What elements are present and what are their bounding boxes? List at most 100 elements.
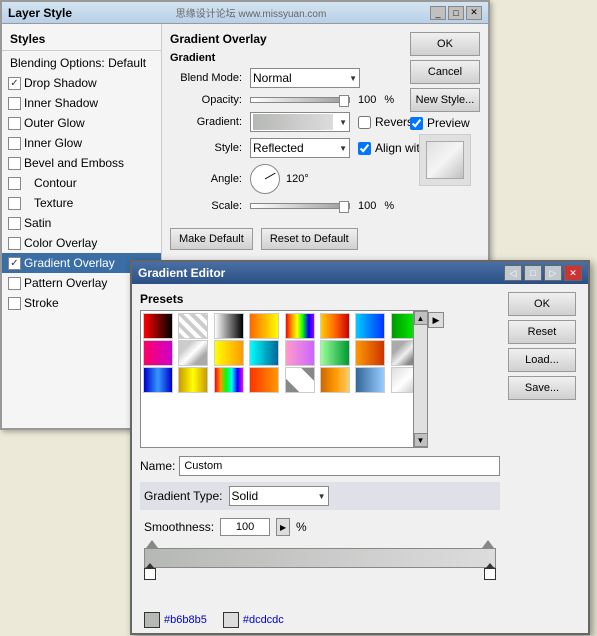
preset-item[interactable] [285, 340, 315, 366]
preset-item[interactable] [178, 340, 208, 366]
scroll-up-button[interactable]: ▲ [414, 311, 428, 325]
inner-shadow-checkbox[interactable] [8, 97, 21, 110]
preset-item[interactable] [320, 340, 350, 366]
right-stop-info: #dcdcdc [223, 612, 284, 628]
gradient-overlay-checkbox[interactable] [8, 257, 21, 270]
outer-glow-checkbox[interactable] [8, 117, 21, 130]
preset-item[interactable] [214, 367, 244, 393]
sidebar-item-inner-shadow[interactable]: Inner Shadow [2, 93, 161, 113]
sidebar-item-drop-shadow[interactable]: Drop Shadow [2, 73, 161, 93]
blend-mode-dropdown[interactable]: Normal ▼ [250, 68, 360, 88]
bevel-emboss-checkbox[interactable] [8, 157, 21, 170]
gradient-editor-window: Gradient Editor ◁ □ ▷ ✕ Presets ▲ ▼ [130, 260, 590, 635]
angle-needle [265, 173, 276, 180]
sidebar-item-label: Texture [34, 196, 73, 210]
opacity-slider-track[interactable] [250, 97, 350, 103]
ge-save-button[interactable]: Save... [508, 376, 576, 400]
sidebar-item-label: Pattern Overlay [24, 276, 107, 290]
ok-button[interactable]: OK [410, 32, 480, 56]
sidebar-item-texture[interactable]: Texture [2, 193, 161, 213]
smoothness-label: Smoothness: [144, 520, 214, 534]
angle-dial[interactable] [250, 164, 280, 194]
maximize-button[interactable]: □ [448, 6, 464, 20]
preview-checkbox[interactable] [410, 117, 423, 130]
preset-item[interactable] [355, 367, 385, 393]
gradient-picker[interactable]: ▼ [250, 112, 350, 132]
sidebar-item-inner-glow[interactable]: Inner Glow [2, 133, 161, 153]
scale-slider-thumb[interactable] [339, 201, 349, 213]
smoothness-input[interactable] [220, 518, 270, 536]
preset-item[interactable] [320, 367, 350, 393]
preview-checkbox-label: Preview [410, 116, 470, 130]
sidebar-item-contour[interactable]: Contour [2, 173, 161, 193]
opacity-slider-thumb[interactable] [339, 95, 349, 107]
new-style-button[interactable]: New Style... [410, 88, 480, 112]
align-layer-checkbox[interactable] [358, 142, 371, 155]
gradient-preview [253, 114, 333, 130]
style-arrow: ▼ [339, 144, 347, 153]
color-stop-left[interactable] [144, 568, 156, 580]
preset-item[interactable] [355, 340, 385, 366]
close-button[interactable]: ✕ [466, 6, 482, 20]
preset-item[interactable] [143, 340, 173, 366]
preset-item[interactable] [320, 313, 350, 339]
style-dropdown[interactable]: Reflected ▼ [250, 138, 350, 158]
opacity-stop-left[interactable] [146, 540, 158, 548]
sidebar-item-outer-glow[interactable]: Outer Glow [2, 113, 161, 133]
ge-ok-button[interactable]: OK [508, 292, 576, 316]
preset-item[interactable] [249, 313, 279, 339]
contour-checkbox[interactable] [8, 177, 21, 190]
ge-close[interactable]: ✕ [564, 265, 582, 281]
preset-item[interactable] [355, 313, 385, 339]
ge-restore[interactable]: □ [524, 265, 542, 281]
scroll-down-button[interactable]: ▼ [414, 433, 428, 447]
opacity-slider-container: 100 % [250, 94, 394, 106]
satin-checkbox[interactable] [8, 217, 21, 230]
gradient-bar-editor [144, 548, 496, 568]
preset-item[interactable] [143, 313, 173, 339]
drop-shadow-checkbox[interactable] [8, 77, 21, 90]
presets-label: Presets [140, 292, 500, 306]
ge-load-button[interactable]: Load... [508, 348, 576, 372]
pattern-overlay-checkbox[interactable] [8, 277, 21, 290]
presets-options-button[interactable]: ▶ [428, 312, 444, 328]
preset-item[interactable] [285, 313, 315, 339]
reset-to-default-button[interactable]: Reset to Default [261, 228, 358, 250]
make-default-button[interactable]: Make Default [170, 228, 253, 250]
scale-slider-track[interactable] [250, 203, 350, 209]
preset-item[interactable] [178, 367, 208, 393]
preset-item[interactable] [249, 340, 279, 366]
sidebar-item-satin[interactable]: Satin [2, 213, 161, 233]
ge-reset-button[interactable]: Reset [508, 320, 576, 344]
smoothness-step-button[interactable]: ▶ [276, 518, 290, 536]
preset-item[interactable] [143, 367, 173, 393]
gradient-type-dropdown[interactable]: Solid ▼ [229, 486, 329, 506]
angle-unit: ° [304, 173, 308, 185]
ge-expand[interactable]: ▷ [544, 265, 562, 281]
preview-label: Preview [427, 116, 470, 130]
preset-item[interactable] [178, 313, 208, 339]
name-input[interactable] [179, 456, 500, 476]
color-stop-right[interactable] [484, 568, 496, 580]
minimize-button[interactable]: _ [430, 6, 446, 20]
sidebar-item-label: Drop Shadow [24, 76, 97, 90]
opacity-stop-right[interactable] [482, 540, 494, 548]
cancel-button[interactable]: Cancel [410, 60, 480, 84]
texture-checkbox[interactable] [8, 197, 21, 210]
reverse-checkbox[interactable] [358, 116, 371, 129]
preset-item[interactable] [214, 313, 244, 339]
inner-glow-checkbox[interactable] [8, 137, 21, 150]
right-buttons: OK Cancel New Style... Preview [410, 32, 480, 186]
gradient-editor-controls: ◁ □ ▷ ✕ [504, 265, 582, 281]
stroke-checkbox[interactable] [8, 297, 21, 310]
preset-item[interactable] [249, 367, 279, 393]
color-overlay-checkbox[interactable] [8, 237, 21, 250]
gradient-editor-right-buttons: OK Reset Load... Save... [508, 292, 580, 628]
sidebar-item-blending-options[interactable]: Blending Options: Default [2, 53, 161, 73]
left-stop-color [144, 612, 160, 628]
preset-item[interactable] [285, 367, 315, 393]
sidebar-item-color-overlay[interactable]: Color Overlay [2, 233, 161, 253]
preset-item[interactable] [214, 340, 244, 366]
sidebar-item-bevel-emboss[interactable]: Bevel and Emboss [2, 153, 161, 173]
ge-minimize[interactable]: ◁ [504, 265, 522, 281]
